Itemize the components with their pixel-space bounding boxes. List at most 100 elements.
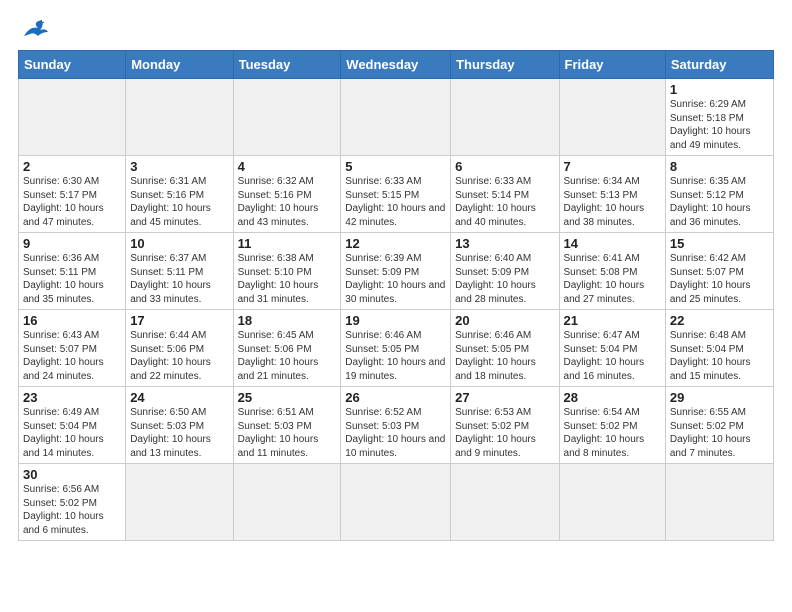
weekday-header-wednesday: Wednesday — [341, 51, 451, 79]
day-number: 18 — [238, 313, 337, 328]
weekday-header-monday: Monday — [126, 51, 233, 79]
day-cell: 19Sunrise: 6:46 AM Sunset: 5:05 PM Dayli… — [341, 310, 451, 387]
day-info: Sunrise: 6:36 AM Sunset: 5:11 PM Dayligh… — [23, 252, 121, 306]
day-number: 22 — [670, 313, 769, 328]
day-number: 28 — [564, 390, 661, 405]
calendar: SundayMondayTuesdayWednesdayThursdayFrid… — [18, 50, 774, 541]
day-info: Sunrise: 6:43 AM Sunset: 5:07 PM Dayligh… — [23, 329, 121, 383]
day-cell — [341, 79, 451, 156]
logo-area — [18, 18, 52, 40]
week-row-0: 1Sunrise: 6:29 AM Sunset: 5:18 PM Daylig… — [19, 79, 774, 156]
day-number: 13 — [455, 236, 554, 251]
day-cell: 10Sunrise: 6:37 AM Sunset: 5:11 PM Dayli… — [126, 233, 233, 310]
day-cell — [233, 79, 341, 156]
day-cell: 27Sunrise: 6:53 AM Sunset: 5:02 PM Dayli… — [451, 387, 559, 464]
day-info: Sunrise: 6:47 AM Sunset: 5:04 PM Dayligh… — [564, 329, 661, 383]
day-cell: 22Sunrise: 6:48 AM Sunset: 5:04 PM Dayli… — [665, 310, 773, 387]
day-number: 10 — [130, 236, 228, 251]
day-cell: 5Sunrise: 6:33 AM Sunset: 5:15 PM Daylig… — [341, 156, 451, 233]
day-cell: 24Sunrise: 6:50 AM Sunset: 5:03 PM Dayli… — [126, 387, 233, 464]
day-info: Sunrise: 6:50 AM Sunset: 5:03 PM Dayligh… — [130, 406, 228, 460]
day-cell — [559, 79, 665, 156]
day-number: 20 — [455, 313, 554, 328]
day-cell: 21Sunrise: 6:47 AM Sunset: 5:04 PM Dayli… — [559, 310, 665, 387]
day-info: Sunrise: 6:32 AM Sunset: 5:16 PM Dayligh… — [238, 175, 337, 229]
day-number: 29 — [670, 390, 769, 405]
day-number: 7 — [564, 159, 661, 174]
day-info: Sunrise: 6:53 AM Sunset: 5:02 PM Dayligh… — [455, 406, 554, 460]
day-cell: 7Sunrise: 6:34 AM Sunset: 5:13 PM Daylig… — [559, 156, 665, 233]
page: SundayMondayTuesdayWednesdayThursdayFrid… — [0, 0, 792, 551]
day-info: Sunrise: 6:30 AM Sunset: 5:17 PM Dayligh… — [23, 175, 121, 229]
day-cell: 4Sunrise: 6:32 AM Sunset: 5:16 PM Daylig… — [233, 156, 341, 233]
day-cell: 18Sunrise: 6:45 AM Sunset: 5:06 PM Dayli… — [233, 310, 341, 387]
day-number: 27 — [455, 390, 554, 405]
day-info: Sunrise: 6:33 AM Sunset: 5:15 PM Dayligh… — [345, 175, 446, 229]
day-info: Sunrise: 6:52 AM Sunset: 5:03 PM Dayligh… — [345, 406, 446, 460]
day-cell: 14Sunrise: 6:41 AM Sunset: 5:08 PM Dayli… — [559, 233, 665, 310]
day-cell: 13Sunrise: 6:40 AM Sunset: 5:09 PM Dayli… — [451, 233, 559, 310]
weekday-header-row: SundayMondayTuesdayWednesdayThursdayFrid… — [19, 51, 774, 79]
day-number: 17 — [130, 313, 228, 328]
day-info: Sunrise: 6:34 AM Sunset: 5:13 PM Dayligh… — [564, 175, 661, 229]
day-cell: 20Sunrise: 6:46 AM Sunset: 5:05 PM Dayli… — [451, 310, 559, 387]
logo — [18, 18, 52, 40]
day-info: Sunrise: 6:46 AM Sunset: 5:05 PM Dayligh… — [455, 329, 554, 383]
day-info: Sunrise: 6:38 AM Sunset: 5:10 PM Dayligh… — [238, 252, 337, 306]
day-cell — [451, 464, 559, 541]
day-info: Sunrise: 6:35 AM Sunset: 5:12 PM Dayligh… — [670, 175, 769, 229]
day-cell: 1Sunrise: 6:29 AM Sunset: 5:18 PM Daylig… — [665, 79, 773, 156]
day-info: Sunrise: 6:49 AM Sunset: 5:04 PM Dayligh… — [23, 406, 121, 460]
day-number: 21 — [564, 313, 661, 328]
day-cell: 16Sunrise: 6:43 AM Sunset: 5:07 PM Dayli… — [19, 310, 126, 387]
day-number: 16 — [23, 313, 121, 328]
week-row-2: 9Sunrise: 6:36 AM Sunset: 5:11 PM Daylig… — [19, 233, 774, 310]
logo-bird-icon — [22, 18, 50, 40]
day-info: Sunrise: 6:42 AM Sunset: 5:07 PM Dayligh… — [670, 252, 769, 306]
day-number: 9 — [23, 236, 121, 251]
day-info: Sunrise: 6:55 AM Sunset: 5:02 PM Dayligh… — [670, 406, 769, 460]
day-cell: 17Sunrise: 6:44 AM Sunset: 5:06 PM Dayli… — [126, 310, 233, 387]
day-cell: 29Sunrise: 6:55 AM Sunset: 5:02 PM Dayli… — [665, 387, 773, 464]
day-cell: 12Sunrise: 6:39 AM Sunset: 5:09 PM Dayli… — [341, 233, 451, 310]
day-cell: 26Sunrise: 6:52 AM Sunset: 5:03 PM Dayli… — [341, 387, 451, 464]
day-info: Sunrise: 6:46 AM Sunset: 5:05 PM Dayligh… — [345, 329, 446, 383]
day-cell: 30Sunrise: 6:56 AM Sunset: 5:02 PM Dayli… — [19, 464, 126, 541]
day-info: Sunrise: 6:31 AM Sunset: 5:16 PM Dayligh… — [130, 175, 228, 229]
day-number: 2 — [23, 159, 121, 174]
day-info: Sunrise: 6:54 AM Sunset: 5:02 PM Dayligh… — [564, 406, 661, 460]
day-number: 23 — [23, 390, 121, 405]
day-cell: 25Sunrise: 6:51 AM Sunset: 5:03 PM Dayli… — [233, 387, 341, 464]
day-cell: 11Sunrise: 6:38 AM Sunset: 5:10 PM Dayli… — [233, 233, 341, 310]
day-number: 12 — [345, 236, 446, 251]
day-cell: 6Sunrise: 6:33 AM Sunset: 5:14 PM Daylig… — [451, 156, 559, 233]
day-number: 30 — [23, 467, 121, 482]
day-cell: 23Sunrise: 6:49 AM Sunset: 5:04 PM Dayli… — [19, 387, 126, 464]
day-number: 25 — [238, 390, 337, 405]
day-info: Sunrise: 6:41 AM Sunset: 5:08 PM Dayligh… — [564, 252, 661, 306]
day-cell — [341, 464, 451, 541]
weekday-header-tuesday: Tuesday — [233, 51, 341, 79]
day-number: 24 — [130, 390, 228, 405]
day-cell — [665, 464, 773, 541]
day-cell — [233, 464, 341, 541]
day-number: 19 — [345, 313, 446, 328]
day-number: 26 — [345, 390, 446, 405]
day-number: 6 — [455, 159, 554, 174]
day-number: 11 — [238, 236, 337, 251]
day-number: 14 — [564, 236, 661, 251]
week-row-1: 2Sunrise: 6:30 AM Sunset: 5:17 PM Daylig… — [19, 156, 774, 233]
day-number: 15 — [670, 236, 769, 251]
day-cell — [126, 464, 233, 541]
day-cell — [19, 79, 126, 156]
day-number: 4 — [238, 159, 337, 174]
day-cell: 9Sunrise: 6:36 AM Sunset: 5:11 PM Daylig… — [19, 233, 126, 310]
weekday-header-thursday: Thursday — [451, 51, 559, 79]
day-cell: 28Sunrise: 6:54 AM Sunset: 5:02 PM Dayli… — [559, 387, 665, 464]
day-info: Sunrise: 6:33 AM Sunset: 5:14 PM Dayligh… — [455, 175, 554, 229]
day-info: Sunrise: 6:45 AM Sunset: 5:06 PM Dayligh… — [238, 329, 337, 383]
day-number: 5 — [345, 159, 446, 174]
day-cell — [126, 79, 233, 156]
day-info: Sunrise: 6:51 AM Sunset: 5:03 PM Dayligh… — [238, 406, 337, 460]
day-number: 1 — [670, 82, 769, 97]
